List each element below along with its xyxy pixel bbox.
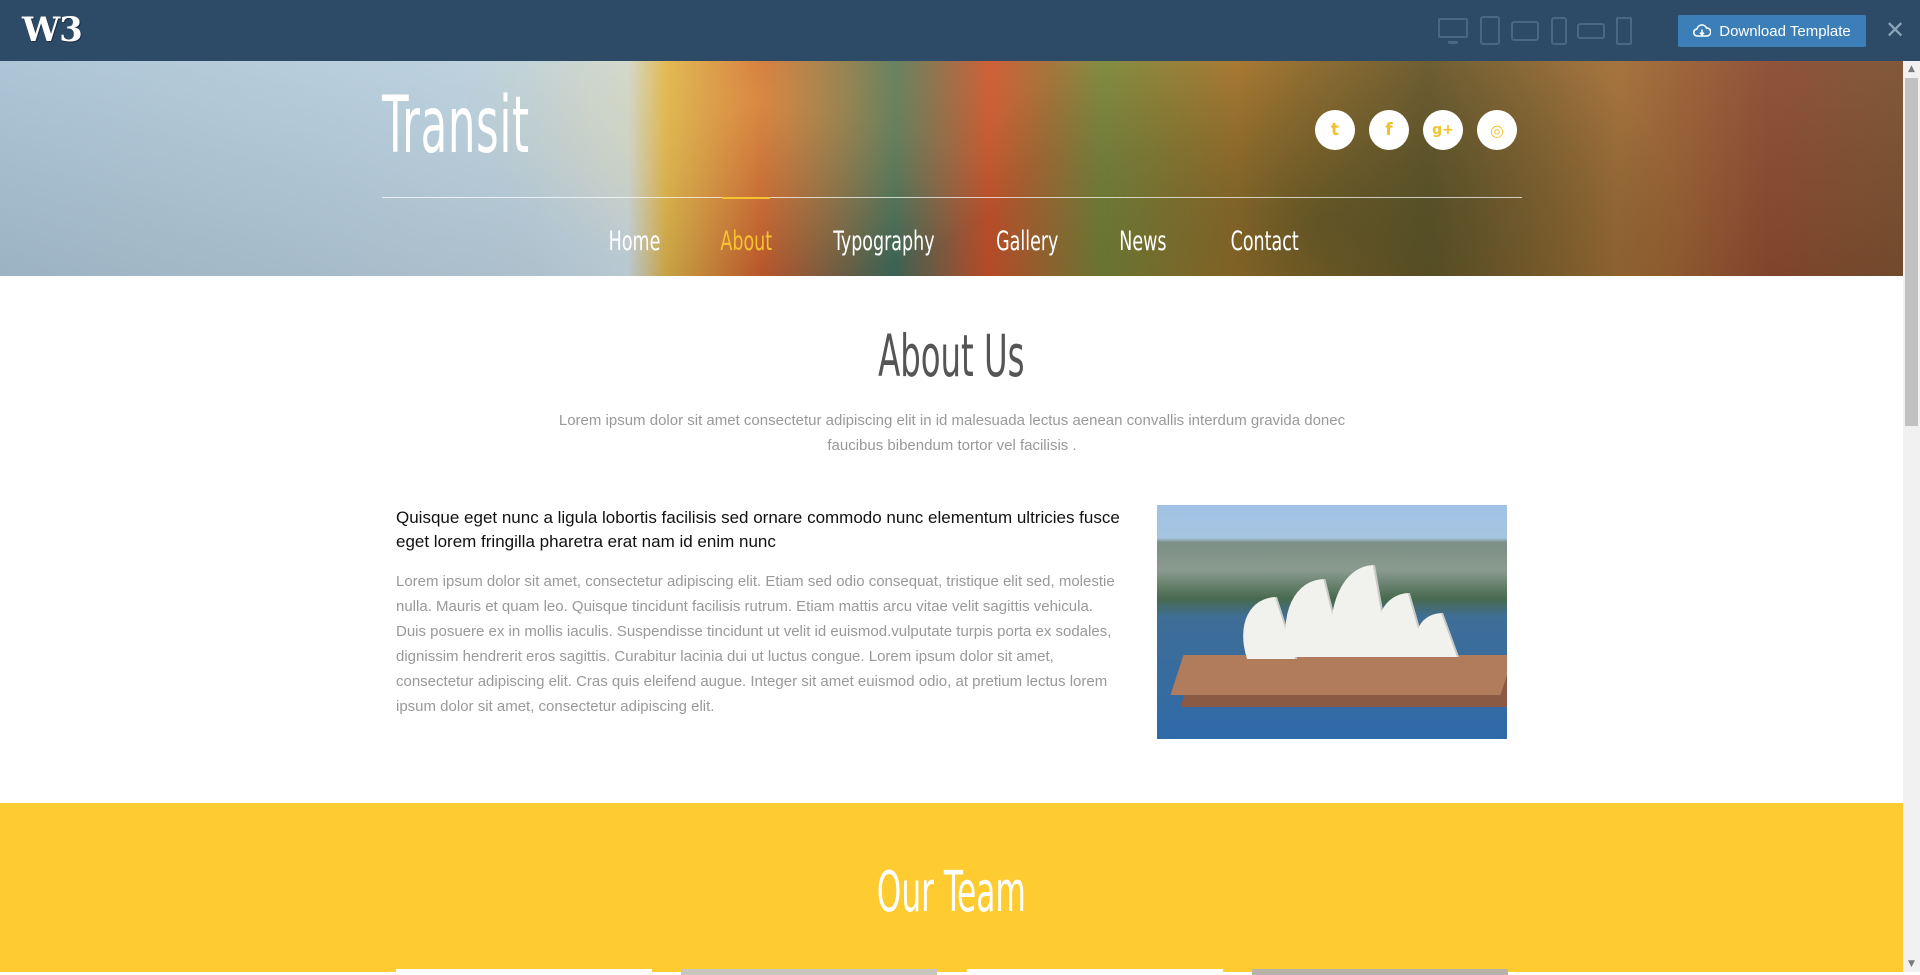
active-nav-indicator (722, 197, 770, 199)
team-member-card[interactable] (396, 969, 652, 975)
team-heading: Our Team (876, 860, 1026, 925)
close-icon[interactable]: ✕ (1884, 16, 1906, 44)
main-nav: Home About Typography Gallery News Conta… (0, 216, 1903, 276)
desktop-icon[interactable] (1438, 18, 1468, 38)
tablet-landscape-icon[interactable] (1511, 21, 1539, 41)
sydney-opera-house-photo (1157, 505, 1507, 739)
nav-home[interactable]: Home (609, 224, 661, 260)
team-member-card[interactable] (681, 969, 937, 975)
scroll-up-arrow-icon[interactable]: ▲ (1903, 61, 1920, 77)
nav-contact[interactable]: Contact (1231, 224, 1299, 260)
nav-divider (382, 197, 1522, 198)
preview-toolbar: W3 Download Template ✕ (0, 0, 1920, 61)
about-subtitle: Lorem ipsum dolor sit amet consectetur a… (558, 412, 1346, 454)
nav-news[interactable]: News (1119, 224, 1166, 260)
w3-logo[interactable]: W3 (22, 10, 83, 50)
download-template-button[interactable]: Download Template (1678, 15, 1866, 47)
hero-header: Transit t f g+ ◎ Home About Typography G… (0, 61, 1903, 276)
twitter-icon[interactable]: t (1315, 110, 1355, 150)
google-plus-icon[interactable]: g+ (1423, 110, 1463, 150)
photo-podium (1170, 655, 1507, 695)
tablet-portrait-icon[interactable] (1480, 16, 1500, 45)
scrollbar-thumb[interactable] (1905, 78, 1918, 426)
site-title[interactable]: Transit (382, 81, 530, 171)
cloud-download-icon (1693, 24, 1712, 37)
nav-typography[interactable]: Typography (833, 224, 934, 260)
desktop-stand-icon (1448, 40, 1458, 44)
mobile-icon[interactable] (1616, 17, 1632, 45)
about-lead-text: Quisque eget nunc a ligula lobortis faci… (396, 508, 1120, 551)
download-template-label: Download Template (1719, 22, 1851, 40)
about-heading: About Us (878, 322, 1025, 390)
team-member-card[interactable] (1252, 969, 1508, 975)
phone-portrait-icon[interactable] (1551, 17, 1567, 45)
team-section: Our Team (0, 803, 1903, 975)
team-member-card[interactable] (967, 969, 1223, 975)
scroll-down-arrow-icon[interactable]: ▼ (1903, 956, 1920, 972)
nav-gallery[interactable]: Gallery (996, 224, 1058, 260)
about-body-text: Lorem ipsum dolor sit amet, consectetur … (396, 573, 1115, 715)
phone-landscape-icon[interactable] (1577, 23, 1605, 39)
dribbble-icon[interactable]: ◎ (1477, 110, 1517, 150)
facebook-icon[interactable]: f (1369, 110, 1409, 150)
nav-about[interactable]: About (720, 224, 772, 260)
